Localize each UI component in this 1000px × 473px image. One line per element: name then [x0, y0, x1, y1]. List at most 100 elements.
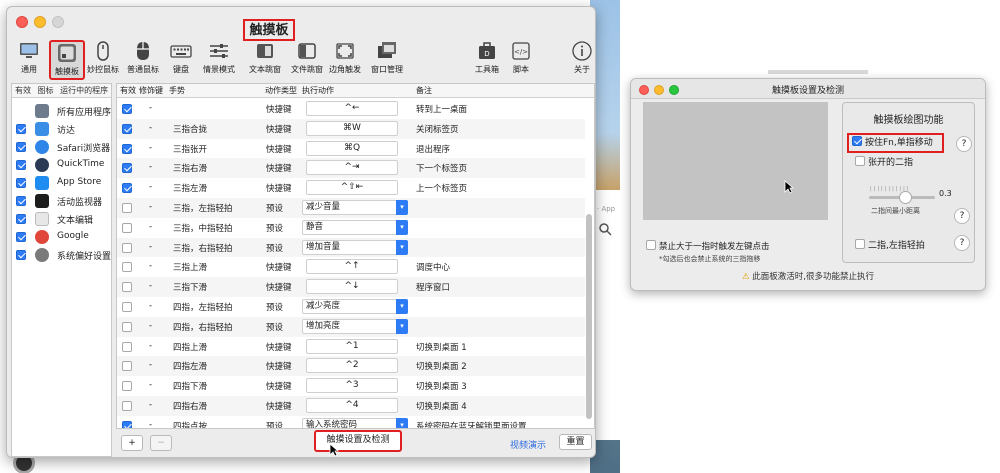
- table-row[interactable]: - 三指左滑 快捷键 ^⇧⇤ 上一个标签页: [117, 178, 585, 198]
- remove-button[interactable]: −: [150, 435, 172, 451]
- row-action-type[interactable]: 快捷键: [266, 143, 292, 155]
- table-row[interactable]: - 快捷键 ^← 转到上一桌面: [117, 99, 585, 119]
- row-preset-select[interactable]: 减少音量 ▾: [302, 199, 408, 215]
- row-shortcut-field[interactable]: ^2: [306, 358, 398, 374]
- row-action-type[interactable]: 快捷键: [266, 103, 292, 115]
- table-row[interactable]: - 三指下滑 快捷键 ^↓ 程序窗口: [117, 277, 585, 297]
- toolbar-tab-4[interactable]: 键盘: [163, 40, 199, 80]
- row-enabled-checkbox[interactable]: [122, 143, 132, 154]
- toolbar-tab-8[interactable]: 边角触发: [327, 40, 363, 80]
- row-action-type[interactable]: 快捷键: [266, 162, 292, 174]
- row-modifier[interactable]: -: [149, 321, 152, 331]
- row-action-type[interactable]: 快捷键: [266, 380, 292, 392]
- toolbar-tab-12[interactable]: 关于: [564, 40, 595, 80]
- row-shortcut-field[interactable]: ^⇥: [306, 160, 398, 176]
- table-row[interactable]: - 四指，左指轻拍 预设 减少亮度 ▾: [117, 297, 585, 317]
- app-row[interactable]: Safari浏览器: [12, 138, 111, 156]
- table-row[interactable]: - 四指下滑 快捷键 ^3 切换到桌面 3: [117, 376, 585, 396]
- app-row[interactable]: 访达: [12, 120, 111, 138]
- row-modifier[interactable]: -: [149, 360, 152, 370]
- no-click-checkbox[interactable]: [646, 240, 656, 250]
- two-finger-option[interactable]: 二指,左指轻拍: [855, 238, 925, 251]
- two-finger-help-button[interactable]: ?: [954, 235, 970, 251]
- table-row[interactable]: - 四指，右指轻拍 预设 增加亮度 ▾: [117, 316, 585, 337]
- col-enabled[interactable]: 有效: [120, 84, 136, 97]
- row-enabled-checkbox[interactable]: [122, 123, 132, 134]
- row-action-type[interactable]: 快捷键: [266, 261, 292, 273]
- col-action[interactable]: 执行动作: [302, 84, 334, 97]
- row-enabled-checkbox[interactable]: [122, 202, 132, 213]
- row-modifier[interactable]: -: [149, 261, 152, 271]
- table-row[interactable]: - 三指合拢 快捷键 ⌘W 关闭标签页: [117, 118, 585, 139]
- row-modifier[interactable]: -: [149, 123, 152, 133]
- col-gesture[interactable]: 手势: [169, 84, 185, 97]
- row-modifier[interactable]: -: [149, 202, 152, 212]
- row-enabled-checkbox[interactable]: [122, 341, 132, 352]
- row-shortcut-field[interactable]: ^3: [306, 378, 398, 394]
- row-enabled-checkbox[interactable]: [122, 420, 132, 428]
- app-enabled-checkbox[interactable]: [16, 142, 26, 152]
- row-preset-select[interactable]: 输入系统密码 ▾: [302, 417, 408, 428]
- app-enabled-checkbox[interactable]: [16, 178, 26, 188]
- row-enabled-checkbox[interactable]: [122, 361, 132, 372]
- app-enabled-checkbox[interactable]: [16, 250, 26, 260]
- toolbar-tab-10[interactable]: D 工具箱: [469, 40, 505, 80]
- table-row[interactable]: - 四指上滑 快捷键 ^1 切换到桌面 1: [117, 337, 585, 357]
- table-row[interactable]: - 四指右滑 快捷键 ^4 切换到桌面 4: [117, 395, 585, 416]
- row-enabled-checkbox[interactable]: [122, 321, 132, 332]
- row-enabled-checkbox[interactable]: [122, 183, 132, 194]
- toolbar-tab-6[interactable]: 文本跳窗: [247, 40, 283, 80]
- app-enabled-checkbox[interactable]: [16, 124, 26, 134]
- app-enabled-checkbox[interactable]: [16, 232, 26, 242]
- zoom-button[interactable]: [52, 16, 64, 28]
- table-row[interactable]: - 三指，左指轻拍 预设 减少音量 ▾: [117, 197, 585, 218]
- table-row[interactable]: - 四指左滑 快捷键 ^2 切换到桌面 2: [117, 356, 585, 377]
- row-enabled-checkbox[interactable]: [122, 400, 132, 411]
- row-action-type[interactable]: 快捷键: [266, 281, 292, 293]
- row-enabled-checkbox[interactable]: [122, 262, 132, 273]
- row-enabled-checkbox[interactable]: [122, 242, 132, 253]
- app-row[interactable]: Google: [12, 228, 111, 246]
- add-button[interactable]: +: [121, 435, 143, 451]
- table-row[interactable]: - 三指张开 快捷键 ⌘Q 退出程序: [117, 139, 585, 159]
- row-action-type[interactable]: 快捷键: [266, 360, 292, 372]
- app-row[interactable]: App Store: [12, 174, 111, 192]
- apps-header-name[interactable]: 运行中的程序: [60, 84, 108, 97]
- toolbar-tab-7[interactable]: 文件跳窗: [289, 40, 325, 80]
- row-preset-select[interactable]: 增加亮度 ▾: [302, 318, 408, 334]
- row-action-type[interactable]: 预设: [266, 321, 283, 333]
- row-action-type[interactable]: 快捷键: [266, 341, 292, 353]
- row-shortcut-field[interactable]: ⌘W: [306, 120, 398, 136]
- row-modifier[interactable]: -: [149, 222, 152, 232]
- row-action-type[interactable]: 快捷键: [266, 400, 292, 412]
- spread-option[interactable]: 张开的二指: [855, 155, 913, 168]
- no-click-option[interactable]: 禁止大于一指时触发左键点击: [646, 240, 770, 252]
- app-row[interactable]: QuickTime: [12, 156, 111, 174]
- table-row[interactable]: - 三指，中指轻拍 预设 静音 ▾: [117, 218, 585, 238]
- row-modifier[interactable]: -: [149, 182, 152, 192]
- row-preset-select[interactable]: 增加音量 ▾: [302, 239, 408, 255]
- row-action-type[interactable]: 快捷键: [266, 123, 292, 135]
- app-enabled-checkbox[interactable]: [16, 160, 26, 170]
- minimize-button[interactable]: [34, 16, 46, 28]
- video-demo-link[interactable]: 视频演示: [510, 438, 546, 451]
- two-finger-checkbox[interactable]: [855, 239, 865, 249]
- fn-single-finger-option[interactable]: 按住Fn,单指移动: [847, 133, 944, 153]
- row-modifier[interactable]: -: [149, 162, 152, 172]
- spread-help-button[interactable]: ?: [954, 208, 970, 224]
- row-shortcut-field[interactable]: ^↓: [306, 279, 398, 295]
- toolbar-tab-11[interactable]: </> 脚本: [503, 40, 539, 80]
- toolbar-tab-3[interactable]: 普通鼠标: [125, 40, 161, 80]
- app-enabled-checkbox[interactable]: [16, 214, 26, 224]
- row-shortcut-field[interactable]: ⌘Q: [306, 140, 398, 156]
- table-row[interactable]: - 三指上滑 快捷键 ^↑ 调度中心: [117, 257, 585, 277]
- spread-slider-thumb[interactable]: [899, 191, 912, 204]
- drawing-area[interactable]: [643, 102, 828, 220]
- row-shortcut-field[interactable]: ^←: [306, 101, 398, 116]
- toolbar-tab-2[interactable]: 妙控鼠标: [85, 40, 121, 80]
- col-note[interactable]: 备注: [416, 84, 432, 97]
- toolbar-tab-0[interactable]: 通用: [11, 40, 47, 80]
- toolbar-tab-5[interactable]: 情景模式: [201, 40, 237, 80]
- close-button[interactable]: [16, 16, 28, 28]
- row-enabled-checkbox[interactable]: [122, 381, 132, 392]
